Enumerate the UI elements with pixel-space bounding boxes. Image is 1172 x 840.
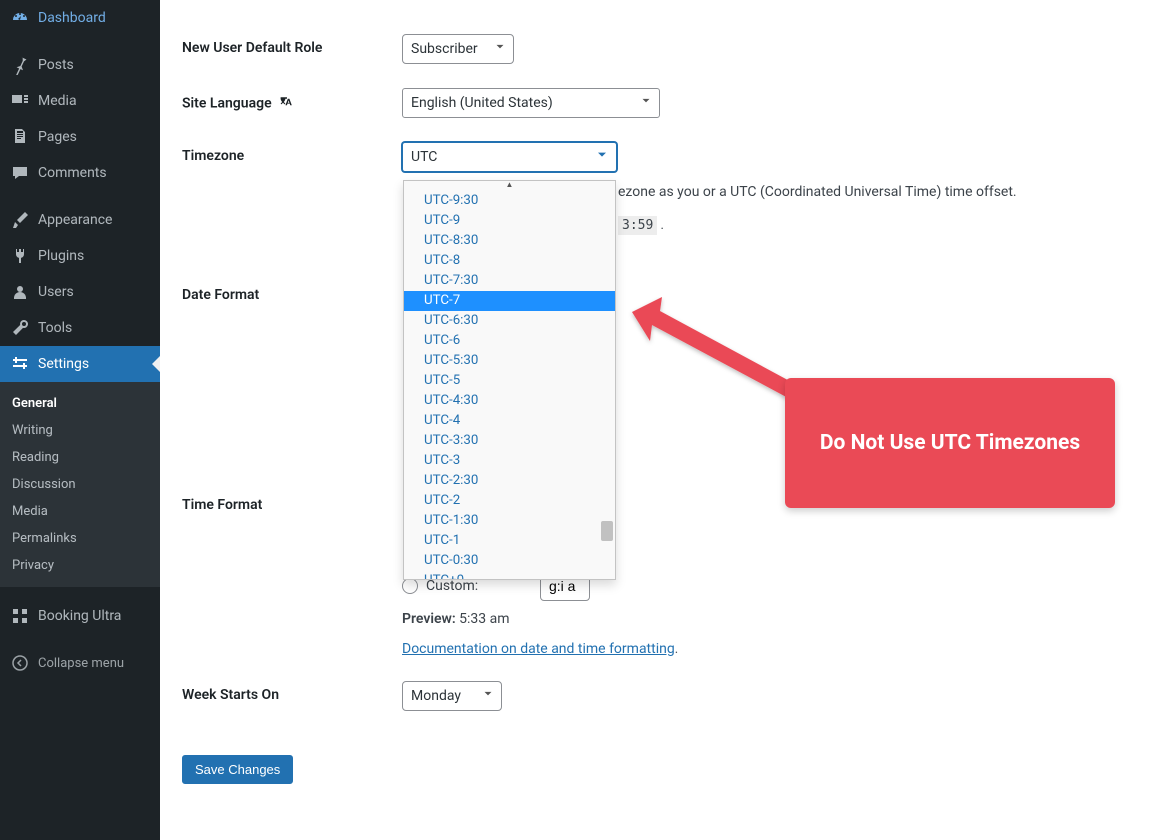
field-label-week-starts: Week Starts On xyxy=(182,681,402,703)
field-label-new-user-role: New User Default Role xyxy=(182,34,402,56)
timezone-dropdown[interactable]: ▲ UTC-9:30UTC-9UTC-8:30UTC-8UTC-7:30UTC-… xyxy=(403,180,616,580)
sidebar-item-media[interactable]: Media xyxy=(0,83,160,119)
pin-icon xyxy=(10,55,30,75)
wrench-icon xyxy=(10,318,30,338)
sidebar-sub-general[interactable]: General xyxy=(0,390,160,417)
sidebar-label: Pages xyxy=(38,129,77,145)
timezone-option[interactable]: UTC-0:30 xyxy=(404,551,615,571)
sidebar-item-booking-ultra[interactable]: Booking Ultra xyxy=(0,598,160,634)
timezone-select[interactable]: UTC xyxy=(402,142,617,172)
sidebar-item-dashboard[interactable]: Dashboard xyxy=(0,0,160,36)
translate-icon xyxy=(279,98,295,114)
chevron-down-icon xyxy=(481,687,495,705)
sliders-icon xyxy=(10,354,30,374)
dropdown-scroll-thumb[interactable] xyxy=(601,521,613,541)
sidebar-sub-discussion[interactable]: Discussion xyxy=(0,471,160,498)
sidebar-sub-privacy[interactable]: Privacy xyxy=(0,552,160,579)
week-starts-select[interactable]: Monday xyxy=(402,681,502,711)
timezone-option[interactable]: UTC+0 xyxy=(404,571,615,579)
site-language-select[interactable]: English (United States) xyxy=(402,88,660,118)
sidebar-item-pages[interactable]: Pages xyxy=(0,119,160,155)
sidebar-label: Booking Ultra xyxy=(38,608,121,624)
timezone-option[interactable]: UTC-4:30 xyxy=(404,391,615,411)
media-icon xyxy=(10,91,30,111)
sidebar-label: Users xyxy=(38,284,74,300)
sidebar-sub-permalinks[interactable]: Permalinks xyxy=(0,525,160,552)
sidebar-submenu: General Writing Reading Discussion Media… xyxy=(0,382,160,587)
dropdown-scroll-up[interactable]: ▲ xyxy=(404,181,615,191)
field-label-site-language: Site Language xyxy=(182,88,402,114)
timezone-option[interactable]: UTC-1:30 xyxy=(404,511,615,531)
sidebar-item-appearance[interactable]: Appearance xyxy=(0,202,160,238)
chevron-down-icon xyxy=(594,147,610,167)
timezone-option[interactable]: UTC-5 xyxy=(404,371,615,391)
admin-sidebar: Dashboard Posts Media Pages Comments App… xyxy=(0,0,160,840)
doc-link-date-time[interactable]: Documentation on date and time formattin… xyxy=(402,641,675,657)
timezone-option[interactable]: UTC-3 xyxy=(404,451,615,471)
grid-icon xyxy=(10,606,30,626)
sidebar-item-settings[interactable]: Settings xyxy=(0,346,160,382)
timezone-option[interactable]: UTC-1 xyxy=(404,531,615,551)
time-format-preview: Preview: 5:33 am xyxy=(402,611,1152,627)
sidebar-sub-writing[interactable]: Writing xyxy=(0,417,160,444)
timezone-option[interactable]: UTC-5:30 xyxy=(404,351,615,371)
sidebar-item-plugins[interactable]: Plugins xyxy=(0,238,160,274)
new-user-role-select[interactable]: Subscriber xyxy=(402,34,514,64)
user-icon xyxy=(10,282,30,302)
timezone-option[interactable]: UTC-2:30 xyxy=(404,471,615,491)
sidebar-item-users[interactable]: Users xyxy=(0,274,160,310)
sidebar-item-tools[interactable]: Tools xyxy=(0,310,160,346)
timezone-option[interactable]: UTC-7:30 xyxy=(404,271,615,291)
collapse-icon xyxy=(10,653,30,673)
field-label-date-format: Date Format xyxy=(182,281,402,303)
comment-icon xyxy=(10,163,30,183)
timezone-option[interactable]: UTC-2 xyxy=(404,491,615,511)
timezone-option[interactable]: UTC-9:30 xyxy=(404,191,615,211)
sidebar-sub-reading[interactable]: Reading xyxy=(0,444,160,471)
dashboard-icon xyxy=(10,8,30,28)
plug-icon xyxy=(10,246,30,266)
sidebar-item-posts[interactable]: Posts xyxy=(0,47,160,83)
brush-icon xyxy=(10,210,30,230)
timezone-option[interactable]: UTC-6 xyxy=(404,331,615,351)
timezone-option[interactable]: UTC-6:30 xyxy=(404,311,615,331)
pages-icon xyxy=(10,127,30,147)
chevron-down-icon xyxy=(493,40,507,58)
timezone-option[interactable]: UTC-4 xyxy=(404,411,615,431)
sidebar-label: Posts xyxy=(38,57,74,73)
sidebar-item-comments[interactable]: Comments xyxy=(0,155,160,191)
save-changes-button[interactable]: Save Changes xyxy=(182,755,293,784)
timezone-option[interactable]: UTC-8 xyxy=(404,251,615,271)
sidebar-label: Settings xyxy=(38,356,89,372)
sidebar-label: Appearance xyxy=(38,212,112,228)
chevron-down-icon xyxy=(639,94,653,112)
sidebar-label: Dashboard xyxy=(38,10,106,26)
field-label-timezone: Timezone xyxy=(182,142,402,164)
sidebar-label: Tools xyxy=(38,320,72,336)
timezone-option[interactable]: UTC-7 xyxy=(404,291,615,311)
sidebar-label: Media xyxy=(38,93,77,109)
collapse-menu[interactable]: Collapse menu xyxy=(0,645,160,681)
annotation-box: Do Not Use UTC Timezones xyxy=(785,378,1115,508)
timezone-option[interactable]: UTC-8:30 xyxy=(404,231,615,251)
utc-time-code: 3:59 xyxy=(618,216,657,235)
collapse-label: Collapse menu xyxy=(38,656,124,671)
dropdown-scrollbar[interactable] xyxy=(600,191,615,569)
timezone-option[interactable]: UTC-3:30 xyxy=(404,431,615,451)
custom-label: Custom: xyxy=(426,578,540,594)
sidebar-label: Comments xyxy=(38,165,107,181)
time-format-custom-radio[interactable] xyxy=(402,578,418,594)
field-label-time-format: Time Format xyxy=(182,491,402,513)
sidebar-sub-media[interactable]: Media xyxy=(0,498,160,525)
timezone-option[interactable]: UTC-9 xyxy=(404,211,615,231)
sidebar-label: Plugins xyxy=(38,248,84,264)
